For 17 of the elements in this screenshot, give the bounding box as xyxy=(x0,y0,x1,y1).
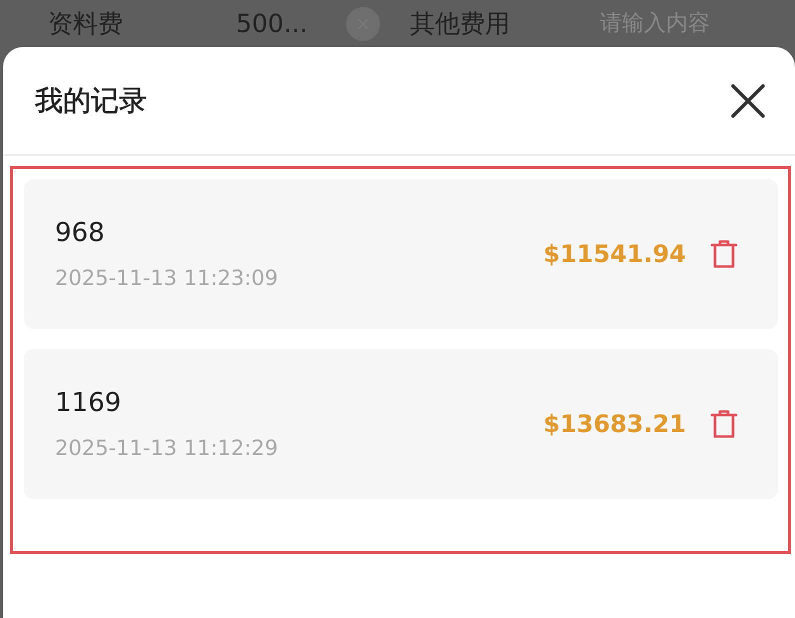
record-time: 2025-11-13 11:23:09 xyxy=(55,266,280,290)
close-icon xyxy=(731,84,765,118)
record-name: 968 xyxy=(55,218,106,248)
record-card[interactable]: 968 2025-11-13 11:23:09 $11541.94 xyxy=(24,179,778,329)
record-amount: $11541.94 xyxy=(543,240,686,268)
record-card[interactable]: 1169 2025-11-13 11:12:29 $13683.21 xyxy=(24,349,778,499)
delete-button[interactable] xyxy=(710,239,738,269)
record-time: 2025-11-13 11:12:29 xyxy=(55,436,280,460)
delete-button[interactable] xyxy=(710,409,738,439)
sheet-title: 我的记录 xyxy=(35,82,147,118)
field-label: 资料费 xyxy=(48,8,124,40)
close-button[interactable] xyxy=(731,84,765,118)
trash-icon xyxy=(710,409,738,439)
trash-icon xyxy=(710,239,738,269)
field-label: 其他费用 xyxy=(410,8,511,40)
record-amount: $13683.21 xyxy=(543,410,686,438)
record-name: 1169 xyxy=(55,388,122,418)
